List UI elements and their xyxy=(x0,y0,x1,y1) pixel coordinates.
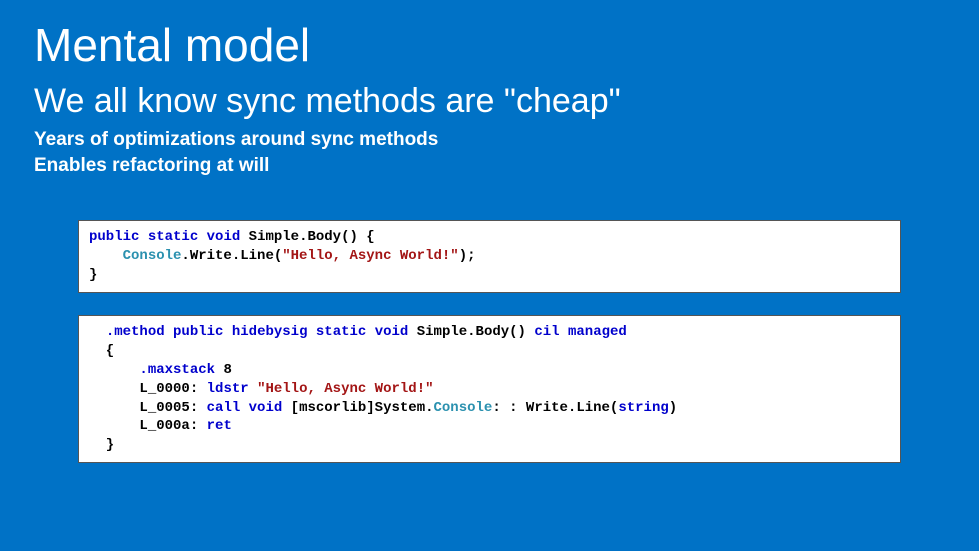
il-managed: managed xyxy=(568,324,627,340)
il-method: .method xyxy=(106,324,165,340)
il-string-type: string xyxy=(618,400,668,416)
il-call-void: void xyxy=(249,400,283,416)
il-hidebysig: hidebysig xyxy=(232,324,308,340)
method-sig: Simple.Body() { xyxy=(249,229,375,245)
bullet-1: Years of optimizations around sync metho… xyxy=(34,127,945,153)
il-open-brace: { xyxy=(89,343,114,359)
il-public: public xyxy=(173,324,223,340)
close-brace: } xyxy=(89,267,97,283)
il-l0005: L_0005: xyxy=(139,400,206,416)
il-method-name: Simple.Body() xyxy=(417,324,526,340)
il-cil: cil xyxy=(534,324,559,340)
il-call: call xyxy=(207,400,241,416)
type-console: Console xyxy=(123,248,182,264)
il-l000a: L_000a: xyxy=(139,418,206,434)
il-void: void xyxy=(375,324,409,340)
il-writeline: : : Write.Line( xyxy=(492,400,618,416)
bullet-2: Enables refactoring at will xyxy=(34,153,945,179)
dot: . xyxy=(181,248,189,264)
il-close-brace: } xyxy=(89,437,114,453)
il-ret: ret xyxy=(207,418,232,434)
string-literal: "Hello, Async World!" xyxy=(282,248,458,264)
il-maxstack-val: 8 xyxy=(215,362,232,378)
indent xyxy=(89,248,123,264)
il-mscorlib: [mscorlib]System. xyxy=(282,400,433,416)
il-console: Console xyxy=(434,400,493,416)
code-area: public static void Simple.Body() { Conso… xyxy=(34,220,945,463)
il-ldstr: ldstr xyxy=(207,381,249,397)
il-code-box: .method public hidebysig static void Sim… xyxy=(78,315,901,463)
slide-subtitle: We all know sync methods are "cheap" xyxy=(34,82,945,121)
il-close-paren: ) xyxy=(669,400,677,416)
call: Write.Line( xyxy=(190,248,282,264)
slide: Mental model We all know sync methods ar… xyxy=(0,0,979,551)
kw-void: void xyxy=(207,229,241,245)
csharp-code-box: public static void Simple.Body() { Conso… xyxy=(78,220,901,293)
il-string: "Hello, Async World!" xyxy=(257,381,433,397)
slide-title: Mental model xyxy=(34,18,945,72)
il-static: static xyxy=(316,324,366,340)
kw-static: static xyxy=(148,229,198,245)
il-l0000: L_0000: xyxy=(139,381,206,397)
kw-public: public xyxy=(89,229,139,245)
call-end: ); xyxy=(459,248,476,264)
il-maxstack: .maxstack xyxy=(139,362,215,378)
